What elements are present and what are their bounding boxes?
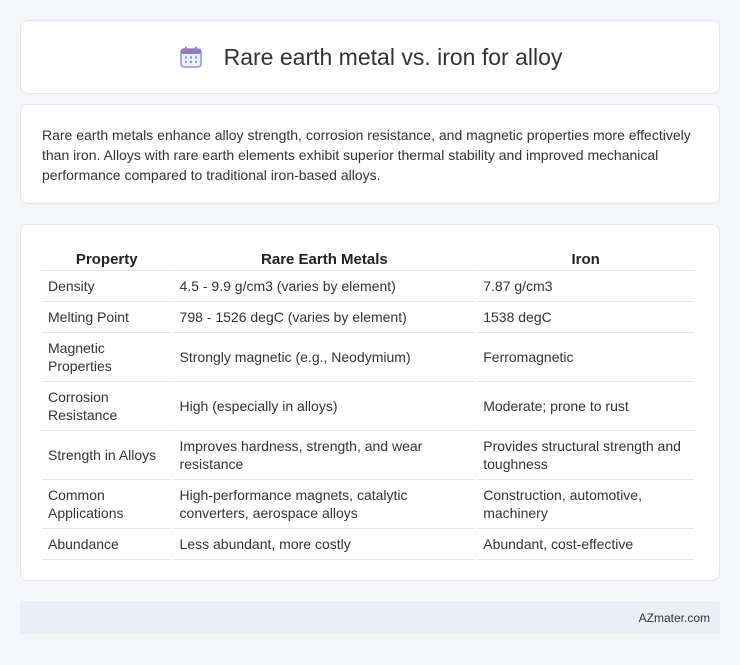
table-header-row: Property Rare Earth Metals Iron xyxy=(42,247,694,271)
table-row: Corrosion Resistance High (especially in… xyxy=(42,382,694,431)
table-row: Magnetic Properties Strongly magnetic (e… xyxy=(42,333,694,382)
column-header-iron: Iron xyxy=(477,247,694,271)
table-cell: 1538 degC xyxy=(477,302,694,333)
table-cell: 798 - 1526 degC (varies by element) xyxy=(173,302,476,333)
intro-text: Rare earth metals enhance alloy strength… xyxy=(42,127,691,183)
column-header-property: Property xyxy=(42,247,172,271)
table-cell: Improves hardness, strength, and wear re… xyxy=(173,431,476,480)
table-cell: Less abundant, more costly xyxy=(173,529,476,560)
table-cell: Construction, automotive, machinery xyxy=(477,480,694,529)
footer: AZmater.com xyxy=(20,601,720,634)
comparison-table-card: Property Rare Earth Metals Iron Density … xyxy=(20,224,720,581)
table-cell: 7.87 g/cm3 xyxy=(477,271,694,302)
table-cell: Provides structural strength and toughne… xyxy=(477,431,694,480)
table-cell: Melting Point xyxy=(42,302,172,333)
table-cell: Moderate; prone to rust xyxy=(477,382,694,431)
table-cell: Magnetic Properties xyxy=(42,333,172,382)
table-cell: 4.5 - 9.9 g/cm3 (varies by element) xyxy=(173,271,476,302)
table-cell: Strongly magnetic (e.g., Neodymium) xyxy=(173,333,476,382)
table-row: Melting Point 798 - 1526 degC (varies by… xyxy=(42,302,694,333)
table-cell: Abundant, cost-effective xyxy=(477,529,694,560)
table-row: Abundance Less abundant, more costly Abu… xyxy=(42,529,694,560)
table-cell: Corrosion Resistance xyxy=(42,382,172,431)
table-cell: High (especially in alloys) xyxy=(173,382,476,431)
footer-brand: AZmater.com xyxy=(638,610,710,625)
page-title: Rare earth metal vs. iron for alloy xyxy=(223,43,563,70)
comparison-table: Property Rare Earth Metals Iron Density … xyxy=(40,247,696,560)
column-header-rare-earth: Rare Earth Metals xyxy=(173,247,476,271)
table-row: Density 4.5 - 9.9 g/cm3 (varies by eleme… xyxy=(42,271,694,302)
title-card: Rare earth metal vs. iron for alloy xyxy=(20,20,720,94)
intro-card: Rare earth metals enhance alloy strength… xyxy=(20,104,720,204)
table-cell: Ferromagnetic xyxy=(477,333,694,382)
table-cell: Common Applications xyxy=(42,480,172,529)
table-cell: Density xyxy=(42,271,172,302)
calendar-icon xyxy=(178,44,204,70)
table-cell: Abundance xyxy=(42,529,172,560)
table-row: Common Applications High-performance mag… xyxy=(42,480,694,529)
table-cell: High-performance magnets, catalytic conv… xyxy=(173,480,476,529)
table-row: Strength in Alloys Improves hardness, st… xyxy=(42,431,694,480)
table-cell: Strength in Alloys xyxy=(42,431,172,480)
